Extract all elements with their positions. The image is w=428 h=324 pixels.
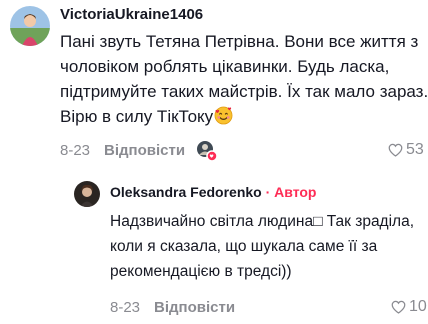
comment-date: 8-23 <box>60 142 91 159</box>
smiling-face-with-hearts-icon <box>214 106 233 125</box>
commenter-username[interactable]: VictoriaUkraine1406 <box>60 6 203 23</box>
comment-like-count: 53 <box>406 141 424 158</box>
creator-avatar-icon <box>197 141 218 162</box>
reply-text-line: коли я сказала, що шукала саме її за <box>110 238 378 255</box>
commenter-avatar[interactable] <box>10 6 50 46</box>
reply-text-line: Надзвичайно світла людина□ Так зраділа, <box>110 213 415 230</box>
comment-text-line-last: Вірю в силу ТікТоку <box>60 105 233 128</box>
comment-text-line: Пані звуть Тетяна Петрівна. Вони все жит… <box>60 32 419 51</box>
reply-author-name[interactable]: Oleksandra Fedorenko · Автор <box>110 184 316 200</box>
reply-text-line: рекомендацією в тредсі)) <box>110 263 292 280</box>
reply-button[interactable]: Відповісти <box>104 142 185 159</box>
heart-outline-icon <box>388 143 403 157</box>
author-badge: Автор <box>274 184 317 200</box>
author-separator: · <box>261 184 275 200</box>
comment-text-line: підтримуйте таких майстрів. Їх так мало … <box>60 82 428 101</box>
reply-like-button[interactable]: 10 <box>391 298 427 316</box>
comment-like-button[interactable]: 53 <box>388 141 424 159</box>
reply-username[interactable]: Oleksandra Fedorenko <box>110 184 262 200</box>
reply-reply-button[interactable]: Відповісти <box>154 299 235 316</box>
comment-text-line: Вірю в силу ТікТоку <box>60 107 214 126</box>
reply-like-count: 10 <box>409 298 427 315</box>
heart-outline-icon <box>391 300 406 314</box>
creator-liked-badge <box>196 140 218 162</box>
reply-date: 8-23 <box>110 299 141 316</box>
comment-text-line: чоловіком роблять цікавинки. Будь ласка, <box>60 57 390 76</box>
reply-author-avatar[interactable] <box>74 181 100 207</box>
